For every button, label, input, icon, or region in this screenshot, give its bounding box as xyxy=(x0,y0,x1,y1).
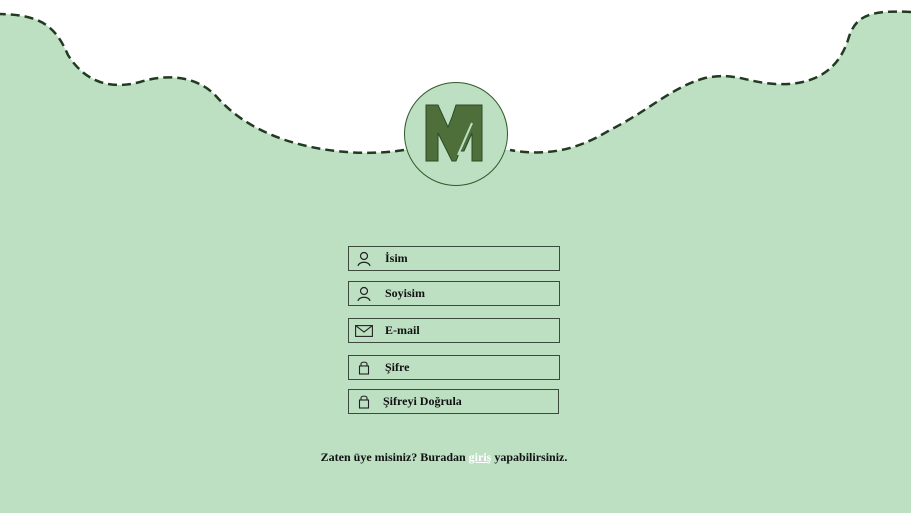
email-placeholder: E-mail xyxy=(385,323,420,337)
login-prompt-before: Zaten üye misiniz? Buradan xyxy=(320,450,466,464)
user-icon xyxy=(349,247,379,270)
signup-page: İsim Soyisim E-mail Şifre Şifreyi Doğrul… xyxy=(0,0,911,513)
lock-icon xyxy=(349,356,379,379)
last-name-field[interactable]: Soyisim xyxy=(348,281,560,306)
email-field[interactable]: E-mail xyxy=(348,318,560,343)
m-logo-icon xyxy=(425,104,483,162)
logo xyxy=(404,82,508,186)
confirm-password-placeholder: Şifreyi Doğrula xyxy=(383,394,462,408)
last-name-placeholder: Soyisim xyxy=(385,286,426,300)
mail-icon xyxy=(349,319,379,342)
login-link[interactable]: giriş xyxy=(469,450,492,464)
first-name-placeholder: İsim xyxy=(385,251,408,265)
user-icon xyxy=(349,282,379,305)
password-placeholder: Şifre xyxy=(385,360,410,374)
confirm-password-field[interactable]: Şifreyi Doğrula xyxy=(348,389,559,414)
login-prompt-after: yapabilirsiniz. xyxy=(494,450,568,464)
first-name-field[interactable]: İsim xyxy=(348,246,560,271)
password-field[interactable]: Şifre xyxy=(348,355,560,380)
login-prompt: Zaten üye misiniz? Buradan giriş yapabil… xyxy=(0,450,888,465)
lock-icon xyxy=(349,390,379,413)
